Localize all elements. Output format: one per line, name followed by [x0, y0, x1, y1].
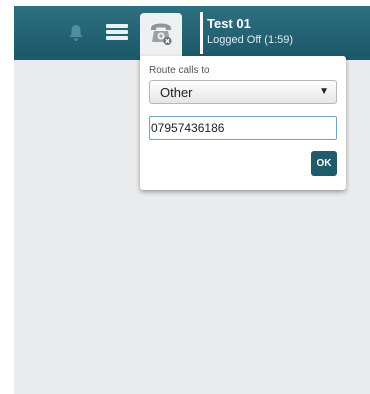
user-status: Logged Off (1:59)	[207, 34, 294, 46]
bell-icon[interactable]	[68, 24, 84, 42]
header-divider	[200, 12, 203, 54]
phone-route-button[interactable]	[140, 13, 182, 56]
top-bar: Test 01 Logged Off (1:59)	[14, 6, 370, 60]
app-frame: Test 01 Logged Off (1:59) Route calls to…	[14, 6, 370, 394]
route-calls-popup: Route calls to Other ▼ OK	[140, 56, 346, 190]
ok-button[interactable]: OK	[311, 151, 337, 176]
route-destination-select[interactable]: Other ▼	[149, 80, 337, 104]
menu-icon[interactable]	[106, 23, 128, 41]
phone-number-input[interactable]	[149, 116, 337, 140]
phone-icon	[151, 23, 172, 45]
select-value: Other	[160, 85, 193, 100]
route-calls-label: Route calls to	[149, 65, 210, 76]
chevron-down-icon: ▼	[319, 86, 329, 97]
user-name: Test 01	[207, 16, 251, 31]
